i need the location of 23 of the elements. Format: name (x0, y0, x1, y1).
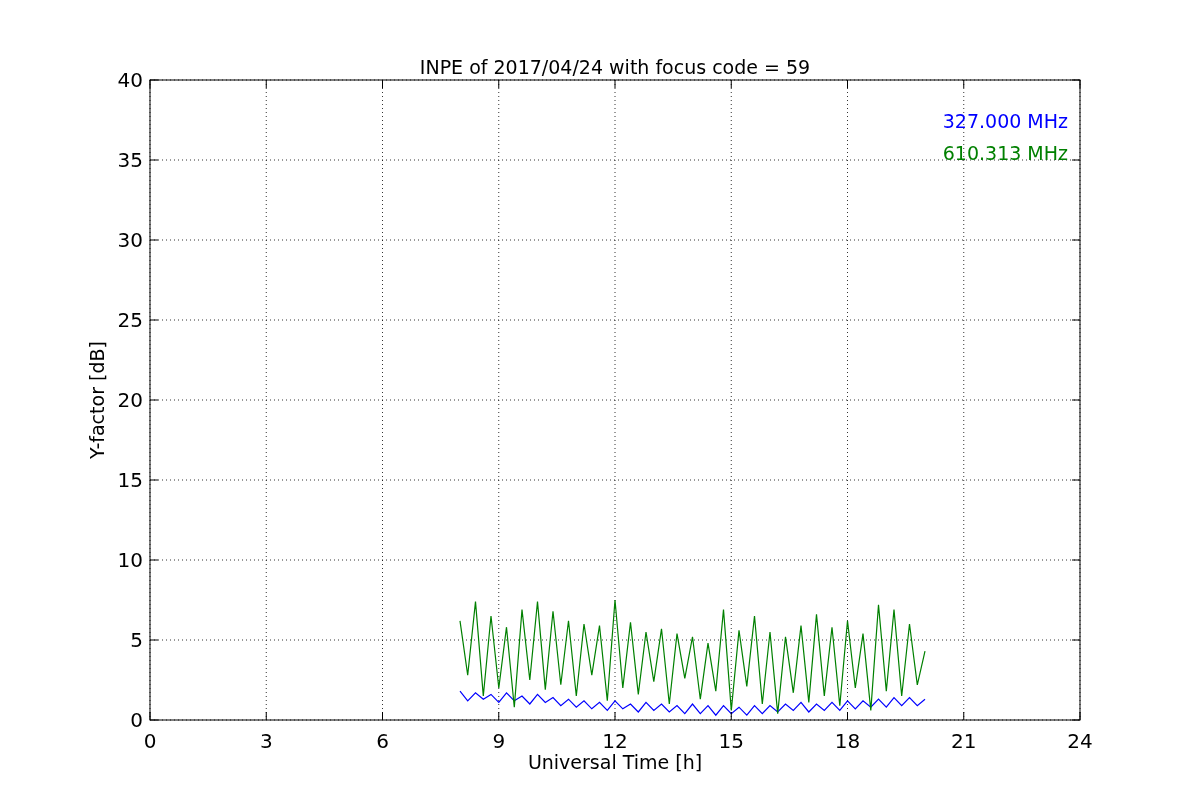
x-tick-label: 12 (602, 729, 628, 753)
x-tick-label: 9 (492, 729, 506, 753)
y-tick-label: 0 (130, 708, 143, 732)
x-tick-label: 3 (259, 729, 273, 753)
y-tick-label: 30 (117, 228, 143, 252)
y-tick-label: 15 (117, 468, 143, 492)
chart-title: INPE of 2017/04/24 with focus code = 59 (419, 56, 811, 78)
x-tick-label: 18 (834, 729, 861, 753)
y-tick-label: 35 (117, 148, 143, 172)
y-tick-label: 25 (117, 308, 143, 332)
y-tick-label: 40 (117, 68, 143, 92)
y-axis-label: Y-factor [dB] (86, 341, 108, 459)
x-axis-label: Universal Time [h] (527, 751, 703, 773)
y-tick-label: 10 (117, 548, 143, 572)
legend-label: 327.000 MHz (942, 110, 1068, 132)
x-tick-label: 0 (143, 729, 157, 753)
x-tick-label: 21 (951, 729, 977, 753)
x-tick-label: 15 (718, 729, 744, 753)
legend-label: 610.313 MHz (942, 142, 1068, 164)
x-tick-label: 24 (1067, 729, 1093, 753)
y-tick-label: 20 (117, 388, 143, 412)
y-tick-label: 5 (130, 628, 143, 652)
x-tick-label: 6 (376, 729, 389, 753)
